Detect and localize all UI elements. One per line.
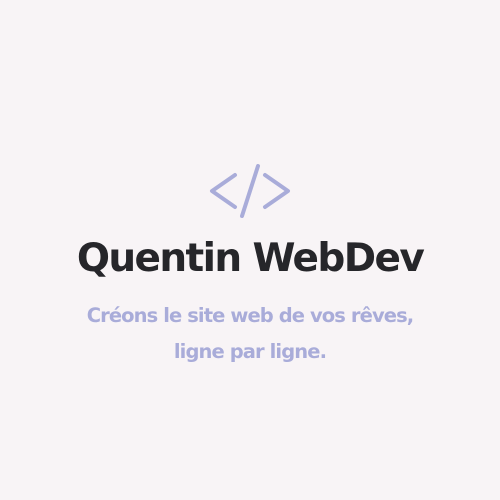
tagline-line-1: Créons le site web de vos rêves, bbox=[86, 304, 415, 327]
code-brackets-icon bbox=[210, 164, 290, 218]
brand-name: Quentin WebDev bbox=[76, 236, 425, 281]
tagline: Créons le site web de vos rêves, ligne p… bbox=[0, 298, 500, 370]
tagline-line-2: ligne par ligne. bbox=[173, 340, 327, 363]
logo: Quentin WebDev Créons le site web de vos… bbox=[0, 0, 500, 500]
